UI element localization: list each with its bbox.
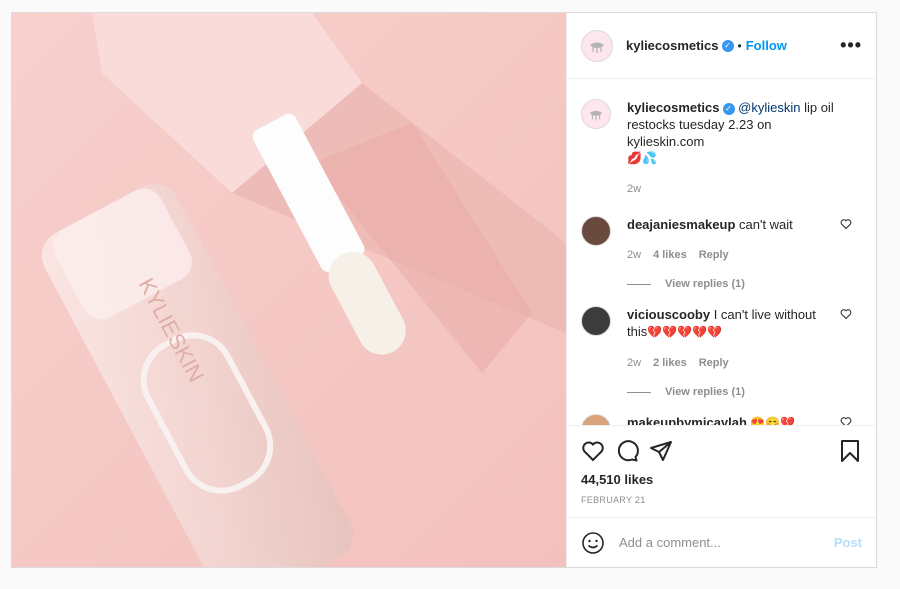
comment-body: deajaniesmakeup can't wait 2w 4 likes Re… — [627, 216, 837, 264]
caption-username[interactable]: kyliecosmetics — [627, 100, 720, 115]
view-replies-line — [627, 283, 651, 285]
caption-time[interactable]: 2w — [627, 181, 641, 198]
comment-time[interactable]: 2w — [627, 247, 641, 264]
bookmark-icon[interactable] — [838, 439, 862, 463]
comment-time[interactable]: 2w — [627, 355, 641, 372]
comment-emojis: 😍😊💔 — [746, 416, 796, 425]
post-header: kyliecosmetics ✓ • Follow ••• — [567, 13, 876, 79]
comment-heart-icon[interactable] — [840, 308, 852, 320]
comments-list[interactable]: kyliecosmetics ✓ @kylieskin lip oil resto… — [567, 79, 876, 425]
comment-item: viciouscooby I can't live without this💔💔… — [581, 306, 862, 372]
post-date[interactable]: FEBRUARY 21 — [581, 495, 862, 505]
verified-icon: ✓ — [721, 39, 734, 52]
account-username[interactable]: kyliecosmetics — [626, 38, 719, 53]
comment-username[interactable]: viciouscooby — [627, 307, 710, 322]
caption-meta: 2w — [627, 181, 837, 198]
post-card: KYLIESKIN kyliecosmetics ✓ • Follow ••• — [11, 12, 877, 568]
comment-username[interactable]: makeupbymicaylah — [627, 415, 747, 425]
comment-meta: 2w 2 likes Reply — [627, 355, 837, 372]
lips-logo-icon — [590, 42, 604, 53]
view-replies[interactable]: View replies (1) — [581, 386, 862, 398]
view-replies-label: View replies (1) — [665, 386, 745, 398]
separator-dot: • — [737, 38, 742, 53]
view-replies-line — [627, 391, 651, 393]
comment-likes[interactable]: 4 likes — [653, 247, 687, 264]
follow-button[interactable]: Follow — [746, 38, 787, 53]
share-icon[interactable] — [649, 439, 673, 463]
comment-emojis: 💔💔💔💔💔 — [647, 325, 722, 339]
comment-likes[interactable]: 2 likes — [653, 355, 687, 372]
comment-text: can't wait — [735, 217, 793, 232]
comment-input[interactable] — [619, 535, 834, 550]
lip-oil-photo: KYLIESKIN — [12, 13, 566, 567]
verified-icon: ✓ — [722, 102, 735, 115]
comment-icon[interactable] — [615, 439, 639, 463]
post-actions: 44,510 likes FEBRUARY 21 — [567, 425, 876, 517]
comment-body: makeupbymicaylah 😍😊💔 — [627, 414, 837, 425]
comment-username[interactable]: deajaniesmakeup — [627, 217, 735, 232]
post-sidebar: kyliecosmetics ✓ • Follow ••• kyliecosme… — [566, 13, 876, 567]
comment-heart-icon[interactable] — [840, 416, 852, 425]
heart-icon[interactable] — [581, 439, 605, 463]
reply-button[interactable]: Reply — [699, 355, 729, 372]
caption-emojis: 💋💦 — [627, 151, 657, 165]
caption: kyliecosmetics ✓ @kylieskin lip oil resto… — [581, 99, 862, 198]
action-icons — [581, 436, 862, 466]
lips-logo-icon — [589, 110, 603, 121]
post-image[interactable]: KYLIESKIN — [12, 13, 566, 567]
reply-button[interactable]: Reply — [699, 247, 729, 264]
caption-mention[interactable]: @kylieskin — [738, 100, 800, 115]
avatar[interactable] — [581, 216, 611, 246]
more-icon[interactable]: ••• — [840, 35, 862, 56]
post-button[interactable]: Post — [834, 535, 862, 550]
view-replies-label: View replies (1) — [665, 278, 745, 290]
avatar[interactable] — [581, 306, 611, 336]
caption-body: kyliecosmetics ✓ @kylieskin lip oil resto… — [627, 99, 837, 198]
comment-meta: 2w 4 likes Reply — [627, 247, 837, 264]
view-replies[interactable]: View replies (1) — [581, 278, 862, 290]
add-comment-bar: Post — [567, 517, 876, 567]
comment-heart-icon[interactable] — [840, 218, 852, 230]
comment-body: viciouscooby I can't live without this💔💔… — [627, 306, 837, 372]
emoji-icon[interactable] — [581, 531, 605, 555]
likes-count[interactable]: 44,510 likes — [581, 472, 862, 487]
comment-item: makeupbymicaylah 😍😊💔 — [581, 414, 862, 425]
avatar[interactable] — [581, 99, 611, 129]
avatar[interactable] — [581, 414, 611, 425]
avatar[interactable] — [581, 29, 613, 62]
comment-item: deajaniesmakeup can't wait 2w 4 likes Re… — [581, 216, 862, 264]
